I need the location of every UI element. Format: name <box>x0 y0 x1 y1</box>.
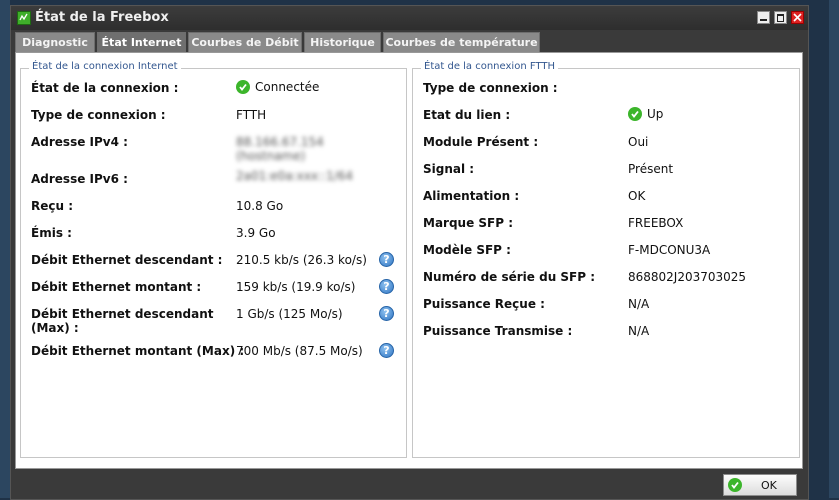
tab-courbes-temperature[interactable]: Courbes de température <box>383 32 540 52</box>
row-label: Adresse IPv6 : <box>31 172 128 186</box>
status-text: Connectée <box>255 80 320 94</box>
row-label: Puissance Reçue : <box>423 297 545 311</box>
check-icon <box>728 478 742 492</box>
row-label: Marque SFP : <box>423 216 514 230</box>
connection-status-value: Connectée <box>236 80 319 94</box>
row-value: N/A <box>628 297 650 311</box>
row-value: FREEBOX <box>628 216 684 230</box>
ipv4-value-redacted: 88.166.67.154 (hostname) <box>236 135 324 163</box>
ftth-connection-group: État de la connexion FTTH Type de connex… <box>412 61 800 458</box>
check-icon <box>628 107 642 121</box>
maximize-icon[interactable] <box>774 11 787 24</box>
row-value: 3.9 Go <box>236 226 276 240</box>
row-label: Reçu : <box>31 199 74 213</box>
row-label: Module Présent : <box>423 135 539 149</box>
row-value: FTTH <box>236 108 267 122</box>
help-icon[interactable]: ? <box>379 252 394 267</box>
row-label: Numéro de série du SFP : <box>423 270 596 284</box>
tab-historique[interactable]: Historique <box>304 32 381 52</box>
status-text: Up <box>647 107 664 121</box>
desktop-background-left <box>0 0 10 498</box>
row-value: Présent <box>628 162 674 176</box>
ok-button-label: OK <box>761 479 777 492</box>
tab-content-panel: État de la connexion Internet État de la… <box>15 52 803 469</box>
row-label: Type de connexion : <box>31 108 166 122</box>
row-label: Modèle SFP : <box>423 243 511 257</box>
group-legend: État de la connexion FTTH <box>421 61 558 72</box>
freebox-app-icon <box>17 11 31 25</box>
link-status-value: Up <box>628 107 663 121</box>
row-label: Signal : <box>423 162 475 176</box>
row-value: F-MDCONU3A <box>628 243 711 257</box>
tab-courbes-debit[interactable]: Courbes de Débit <box>188 32 302 52</box>
tab-etat-internet[interactable]: État Internet <box>97 32 186 52</box>
close-icon[interactable] <box>791 11 804 24</box>
row-value: 868802J203703025 <box>628 270 747 284</box>
row-label: Émis : <box>31 226 72 240</box>
row-label: Etat du lien : <box>423 108 511 122</box>
help-icon[interactable]: ? <box>379 279 394 294</box>
row-label: Débit Ethernet descendant (Max) : <box>31 307 214 335</box>
row-value: 159 kb/s (19.9 ko/s) <box>236 280 356 294</box>
window-title: État de la Freebox <box>35 10 169 25</box>
help-icon[interactable]: ? <box>379 306 394 321</box>
tab-diagnostic[interactable]: Diagnostic <box>15 32 95 52</box>
title-bar[interactable]: État de la Freebox <box>11 6 808 30</box>
minimize-icon[interactable] <box>757 11 770 24</box>
help-icon[interactable]: ? <box>379 343 394 358</box>
row-value: N/A <box>628 324 650 338</box>
ok-button[interactable]: OK <box>723 474 797 496</box>
group-legend: État de la connexion Internet <box>29 61 181 72</box>
desktop-background-right <box>829 0 839 498</box>
row-value: OK <box>628 189 646 203</box>
row-label: Débit Ethernet montant : <box>31 280 202 294</box>
ipv6-value-redacted: 2a01:e0a:xxx::1/64 <box>236 169 354 183</box>
internet-connection-group: État de la connexion Internet État de la… <box>20 61 407 458</box>
row-value: 10.8 Go <box>236 199 284 213</box>
freebox-status-window: État de la Freebox Diagnostic État Inter… <box>10 5 809 500</box>
row-value: 700 Mb/s (87.5 Mo/s) <box>236 344 363 358</box>
row-label: État de la connexion : <box>31 81 179 95</box>
row-label: Type de connexion : <box>423 81 558 95</box>
row-value: 210.5 kb/s (26.3 ko/s) <box>236 253 367 267</box>
row-value: 1 Gb/s (125 Mo/s) <box>236 307 343 321</box>
check-icon <box>236 80 250 94</box>
row-value: Oui <box>628 135 649 149</box>
row-label: Alimentation : <box>423 189 520 203</box>
row-label: Débit Ethernet montant (Max) : <box>31 344 245 358</box>
row-label: Puissance Transmise : <box>423 324 573 338</box>
row-label: Débit Ethernet descendant : <box>31 253 223 267</box>
row-label: Adresse IPv4 : <box>31 135 128 149</box>
